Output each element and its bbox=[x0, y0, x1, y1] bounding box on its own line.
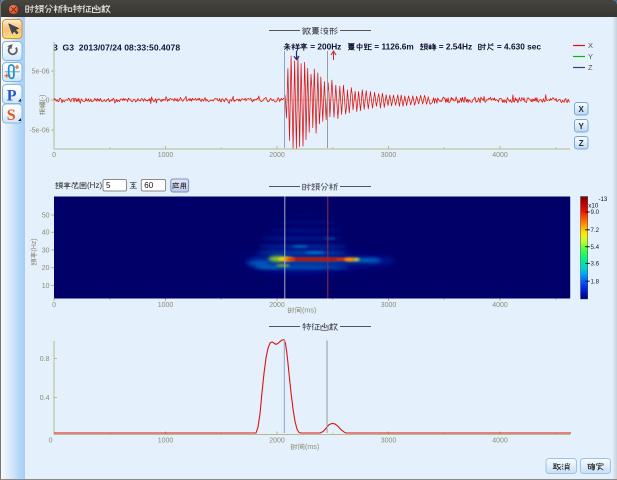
svg-text:7.2: 7.2 bbox=[591, 227, 600, 234]
svg-text:2000: 2000 bbox=[269, 437, 285, 444]
svg-text:(Hz): (Hz) bbox=[31, 238, 38, 251]
svg-text:= 1126.6m: = 1126.6m bbox=[372, 41, 418, 51]
svg-text:2000: 2000 bbox=[269, 302, 285, 309]
svg-text:5.4: 5.4 bbox=[591, 244, 600, 251]
svg-text:30: 30 bbox=[42, 247, 50, 254]
svg-text:= 200Hz: = 200Hz bbox=[308, 41, 346, 51]
svg-text:20: 20 bbox=[42, 265, 50, 272]
svg-text:Z: Z bbox=[579, 139, 584, 148]
svg-text:9.0: 9.0 bbox=[591, 209, 600, 216]
svg-text:0: 0 bbox=[52, 302, 56, 309]
svg-text:(Hz): (Hz) bbox=[87, 181, 102, 190]
svg-text:Y: Y bbox=[579, 122, 585, 131]
svg-text:X: X bbox=[588, 41, 593, 50]
svg-text:4000: 4000 bbox=[492, 302, 508, 309]
svg-text:0: 0 bbox=[49, 437, 53, 444]
svg-text:-13: -13 bbox=[599, 197, 608, 203]
svg-text:60: 60 bbox=[144, 181, 153, 190]
svg-text:0.8: 0.8 bbox=[40, 356, 50, 363]
svg-text:50: 50 bbox=[42, 212, 50, 219]
svg-text:4000: 4000 bbox=[492, 152, 508, 159]
svg-text:0: 0 bbox=[52, 152, 56, 159]
svg-text:3000: 3000 bbox=[381, 437, 397, 444]
svg-text:(-): (-) bbox=[39, 95, 46, 102]
svg-text:X: X bbox=[579, 105, 585, 114]
svg-text:x10: x10 bbox=[588, 202, 599, 209]
svg-text:Y: Y bbox=[588, 52, 593, 61]
svg-text:1000: 1000 bbox=[158, 152, 174, 159]
svg-text:3000: 3000 bbox=[381, 302, 397, 309]
svg-text:= 2.54Hz: = 2.54Hz bbox=[436, 41, 476, 51]
svg-text:0.4: 0.4 bbox=[40, 395, 50, 402]
svg-text:S: S bbox=[7, 107, 16, 124]
svg-text:-5e-06: -5e-06 bbox=[29, 127, 49, 134]
svg-text:(ms): (ms) bbox=[305, 442, 319, 451]
svg-text:5: 5 bbox=[106, 181, 111, 190]
svg-text:1.8: 1.8 bbox=[591, 278, 600, 285]
svg-text:3.6: 3.6 bbox=[591, 261, 600, 268]
svg-text:40: 40 bbox=[42, 230, 50, 237]
svg-text:3 G3 2013/07/24 08:33:50.407: 3 G3 2013/07/24 08:33:50.4078 bbox=[53, 42, 180, 52]
svg-text:4000: 4000 bbox=[492, 437, 508, 444]
svg-text:Z: Z bbox=[588, 63, 593, 72]
svg-text:3000: 3000 bbox=[381, 152, 397, 159]
svg-text:1000: 1000 bbox=[158, 437, 174, 444]
svg-text:2000: 2000 bbox=[269, 152, 285, 159]
svg-text:(ms): (ms) bbox=[302, 305, 316, 314]
svg-text:= 4.630 sec: = 4.630 sec bbox=[495, 41, 542, 51]
svg-text:5e-06: 5e-06 bbox=[32, 68, 50, 75]
svg-text:P: P bbox=[7, 88, 17, 105]
svg-text:10: 10 bbox=[42, 283, 50, 290]
svg-text:1000: 1000 bbox=[158, 302, 174, 309]
